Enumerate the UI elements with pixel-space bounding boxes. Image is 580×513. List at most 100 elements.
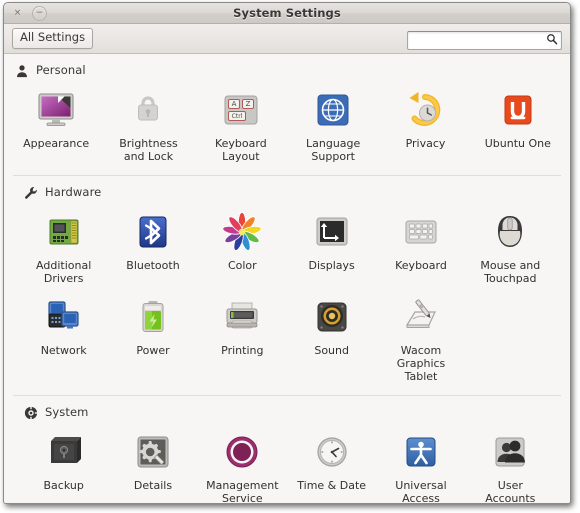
settings-item-label: Mouse and Touchpad [480, 259, 541, 285]
settings-item-label: Wacom Graphics Tablet [396, 344, 446, 383]
universal-access-icon [399, 430, 443, 474]
minimize-icon[interactable]: − [32, 5, 47, 21]
system-gear-icon [24, 405, 38, 420]
minimize-glyph: − [35, 7, 44, 18]
settings-item-backup[interactable]: Backup [19, 424, 108, 503]
keyboard-layout-icon: A Z Ctrl [219, 88, 263, 132]
settings-item-privacy[interactable]: Privacy [379, 82, 471, 167]
system-settings-window: × − System Settings All Settings Persona… [3, 2, 571, 504]
ubuntu-one-icon [496, 88, 540, 132]
settings-item-keyboard-layout[interactable]: A Z Ctrl Keyboard Layout [195, 82, 287, 167]
settings-item-label: Color [227, 259, 257, 272]
settings-item-wacom-graphics-tablet[interactable]: Wacom Graphics Tablet [376, 289, 465, 387]
settings-grid: Additional Drivers Bluetooth Color Displays… [13, 202, 561, 395]
settings-item-label: Appearance [23, 137, 90, 150]
brightness-and-lock-icon [126, 88, 170, 132]
displays-icon [310, 210, 354, 254]
person-icon [15, 63, 29, 78]
section-title: Personal [36, 63, 86, 77]
section-title: Hardware [45, 185, 102, 199]
wacom-graphics-tablet-icon [399, 295, 443, 339]
settings-panels: Personal Appearance Brightness and Lock A Z C… [4, 54, 570, 503]
settings-item-color[interactable]: Color [198, 204, 287, 289]
settings-item-label: Keyboard [395, 259, 447, 272]
settings-item-mouse-and-touchpad[interactable]: Mouse and Touchpad [466, 204, 555, 289]
settings-item-printing[interactable]: Printing [198, 289, 287, 387]
settings-item-network[interactable]: Network [19, 289, 108, 387]
settings-item-label: Language Support [306, 137, 361, 163]
settings-item-appearance[interactable]: Appearance [10, 82, 102, 167]
settings-item-brightness-and-lock[interactable]: Brightness and Lock [102, 82, 194, 167]
settings-item-ubuntu-one[interactable]: Ubuntu One [472, 82, 564, 167]
settings-item-language-support[interactable]: Language Support [287, 82, 379, 167]
settings-item-label: Displays [308, 259, 355, 272]
section-header: System [13, 396, 561, 422]
settings-item-label: Printing [221, 344, 264, 357]
power-icon [131, 295, 175, 339]
additional-drivers-icon [42, 210, 86, 254]
settings-item-bluetooth[interactable]: Bluetooth [108, 204, 197, 289]
mouse-and-touchpad-icon [488, 210, 532, 254]
section-system: System Backup Details Management Service Tim… [13, 395, 561, 503]
section-header: Personal [4, 54, 570, 80]
privacy-icon [403, 88, 447, 132]
settings-item-label: Additional Drivers [36, 259, 92, 285]
details-icon [131, 430, 175, 474]
settings-item-label: Backup [43, 479, 84, 492]
settings-item-time-date[interactable]: Time & Date [287, 424, 376, 503]
settings-item-label: Sound [314, 344, 349, 357]
keyboard-icon [399, 210, 443, 254]
appearance-icon [34, 88, 78, 132]
settings-item-displays[interactable]: Displays [287, 204, 376, 289]
settings-item-label: Time & Date [297, 479, 367, 492]
all-settings-button[interactable]: All Settings [12, 28, 94, 49]
user-accounts-icon [488, 430, 532, 474]
printing-icon [220, 295, 264, 339]
settings-item-power[interactable]: Power [108, 289, 197, 387]
settings-item-label: User Accounts [485, 479, 536, 503]
settings-item-label: Details [133, 479, 173, 492]
close-glyph: × [13, 7, 22, 18]
settings-item-user-accounts[interactable]: User Accounts [466, 424, 555, 503]
backup-icon [42, 430, 86, 474]
settings-item-label: Network [40, 344, 87, 357]
svg-text:Ctrl: Ctrl [231, 113, 242, 120]
settings-item-label: Management Service [206, 479, 279, 503]
settings-item-label: Bluetooth [126, 259, 180, 272]
settings-item-sound[interactable]: Sound [287, 289, 376, 387]
settings-item-label: Keyboard Layout [214, 137, 267, 163]
toolbar: All Settings [4, 24, 570, 54]
management-service-icon [220, 430, 264, 474]
time-and-date-icon [310, 430, 354, 474]
network-icon [42, 295, 86, 339]
settings-item-label: Power [136, 344, 170, 357]
window-title: System Settings [233, 6, 341, 20]
settings-item-details[interactable]: Details [108, 424, 197, 503]
language-support-icon [311, 88, 355, 132]
settings-item-additional-drivers[interactable]: Additional Drivers [19, 204, 108, 289]
svg-text:Z: Z [245, 100, 250, 108]
settings-item-label: Privacy [405, 137, 446, 150]
settings-item-label: Universal Access [395, 479, 447, 503]
settings-item-keyboard[interactable]: Keyboard [376, 204, 465, 289]
color-icon [220, 210, 264, 254]
section-header: Hardware [13, 176, 561, 202]
settings-grid: Backup Details Management Service Time & Da… [13, 422, 561, 503]
section-hardware: Hardware Additional Drivers Bluetooth Color… [13, 175, 561, 395]
close-icon[interactable]: × [10, 6, 25, 21]
settings-item-label: Brightness and Lock [119, 137, 178, 163]
search-input[interactable] [407, 31, 562, 50]
title-bar: × − System Settings [4, 3, 570, 24]
settings-item-universal-access[interactable]: Universal Access [376, 424, 465, 503]
settings-item-label: Ubuntu One [484, 137, 551, 150]
search-box[interactable] [407, 29, 562, 50]
svg-text:A: A [231, 100, 236, 108]
section-personal: Personal Appearance Brightness and Lock A Z C… [4, 54, 570, 175]
settings-item-management-service[interactable]: Management Service [198, 424, 287, 503]
sound-icon [310, 295, 354, 339]
section-title: System [45, 405, 89, 419]
wrench-icon [24, 185, 38, 199]
bluetooth-icon [131, 210, 175, 254]
settings-grid: Appearance Brightness and Lock A Z Ctrl Keybo… [4, 80, 570, 175]
window-controls: × − [10, 5, 47, 21]
